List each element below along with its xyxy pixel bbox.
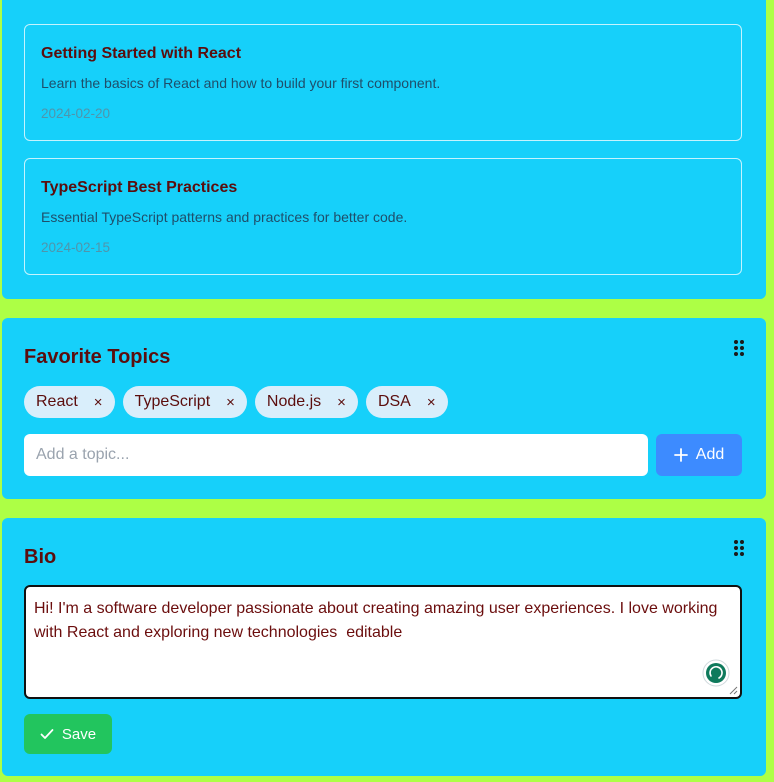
topic-tag-label: Node.js	[266, 393, 322, 410]
add-topic-input[interactable]	[24, 434, 648, 476]
resize-handle-icon[interactable]	[728, 685, 738, 695]
post-description: Essential TypeScript patterns and practi…	[41, 209, 408, 225]
post-date: 2024-02-20	[41, 106, 111, 121]
topic-tag-label: TypeScript	[134, 393, 211, 410]
topic-tag: TypeScript ×	[122, 386, 247, 418]
save-bio-button[interactable]: Save	[24, 714, 112, 754]
add-topic-button[interactable]: Add	[656, 434, 742, 476]
plus-icon	[673, 448, 688, 462]
grammar-assistant-icon[interactable]	[702, 659, 730, 687]
topic-tag-label: React	[36, 393, 78, 410]
post-date: 2024-02-15	[41, 240, 111, 255]
drag-handle-icon[interactable]	[734, 340, 746, 358]
remove-tag-icon[interactable]: ×	[226, 394, 235, 411]
bio-card: Bio Hi! I'm a software developer passion…	[2, 518, 766, 776]
post-title: TypeScript Best Practices	[41, 179, 238, 196]
post-item[interactable]: Getting Started with React Learn the bas…	[24, 24, 742, 141]
section-title: Favorite Topics	[24, 346, 171, 368]
post-description: Learn the basics of React and how to bui…	[41, 75, 441, 91]
favorite-topics-card: Favorite Topics React × TypeScript × Nod…	[2, 318, 766, 499]
topic-tag: React ×	[24, 386, 115, 418]
topic-tag: DSA ×	[365, 386, 448, 418]
topic-tags: React × TypeScript × Node.js × DSA ×	[24, 386, 448, 418]
remove-tag-icon[interactable]: ×	[337, 394, 346, 411]
remove-tag-icon[interactable]: ×	[94, 394, 103, 411]
remove-tag-icon[interactable]: ×	[427, 394, 436, 411]
post-title: Getting Started with React	[41, 45, 242, 62]
bio-field-wrapper: Hi! I'm a software developer passionate …	[24, 585, 742, 699]
post-item[interactable]: TypeScript Best Practices Essential Type…	[24, 158, 742, 275]
check-icon	[40, 729, 54, 739]
section-title: Bio	[24, 546, 57, 568]
bio-textarea[interactable]: Hi! I'm a software developer passionate …	[26, 587, 740, 697]
recent-posts-card: Getting Started with React Learn the bas…	[2, 0, 766, 299]
topic-tag: Node.js ×	[254, 386, 358, 418]
save-button-label: Save	[61, 725, 97, 743]
drag-handle-icon[interactable]	[734, 540, 746, 558]
topic-tag-label: DSA	[377, 393, 411, 410]
add-button-label: Add	[695, 446, 725, 463]
